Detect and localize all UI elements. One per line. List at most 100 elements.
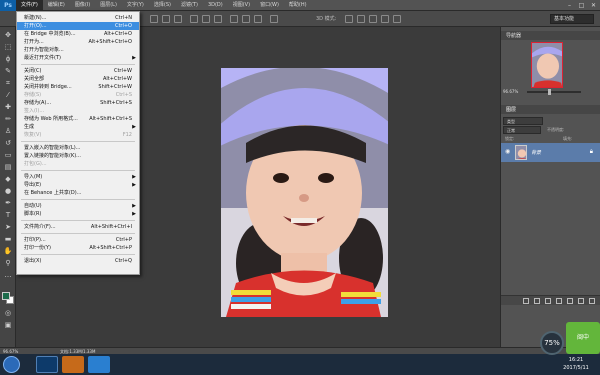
shape-tool-icon[interactable]: ▬ [3,235,13,244]
more-tools-icon[interactable]: … [3,271,13,280]
explorer-taskbar-icon[interactable] [88,356,110,373]
screen-mode-icon[interactable]: ▣ [3,321,13,330]
delete-layer-icon[interactable] [589,298,595,304]
menu-item-recent-files[interactable]: 最近打开文件(T) ▶ [17,54,139,62]
menu-item-share-behance[interactable]: 在 Behance 上共享(D)... [17,189,139,197]
slide-3d-icon[interactable] [381,15,389,23]
photoshop-taskbar-icon[interactable] [36,356,58,373]
align-right-icon[interactable] [174,15,182,23]
brush-tool-icon[interactable]: ✏ [3,115,13,124]
history-brush-tool-icon[interactable]: ↺ [3,139,13,148]
new-group-icon[interactable] [567,298,573,304]
blur-tool-icon[interactable]: ◆ [3,175,13,184]
path-select-tool-icon[interactable]: ➤ [3,223,13,232]
menu-item-import[interactable]: 导入(M) ▶ [17,173,139,181]
browser-taskbar-icon[interactable] [62,356,84,373]
menu-type[interactable]: 文字(Y) [122,0,149,11]
navigator-tab[interactable]: 导航器 [506,32,521,39]
layers-tab[interactable]: 图层 [506,106,516,113]
menu-item-place-embedded[interactable]: 置入嵌入的智能对象(L)... [17,144,139,152]
menu-item-close-all[interactable]: 关闭全部 Alt+Ctrl+W [17,75,139,83]
dodge-tool-icon[interactable]: ● [3,187,13,196]
navigator-panel-header[interactable]: 导航器 [501,31,600,40]
menu-item-browse-bridge[interactable]: 在 Bridge 中浏览(B)... Alt+Ctrl+O [17,30,139,38]
menu-item-new[interactable]: 新建(N)... Ctrl+N [17,14,139,22]
healing-brush-tool-icon[interactable]: ✚ [3,103,13,112]
hand-tool-icon[interactable]: ✋ [3,247,13,256]
menu-item-exit[interactable]: 退出(X) Ctrl+Q [17,257,139,265]
menu-item-file-info[interactable]: 文件简介(F)... Alt+Shift+Ctrl+I [17,223,139,231]
menu-item-close-go-bridge[interactable]: 关闭并转到 Bridge... Shift+Ctrl+W [17,83,139,91]
navigator-zoom-slider[interactable] [527,89,581,95]
distribute-middle-icon[interactable] [202,15,210,23]
align-center-icon[interactable] [162,15,170,23]
workspace-dropdown[interactable]: 基本功能 [550,14,594,24]
menu-item-close[interactable]: 关闭(C) Ctrl+W [17,67,139,75]
distribute-bottom-icon[interactable] [214,15,222,23]
zoom-slider-handle[interactable] [548,89,552,95]
menu-item-scripts[interactable]: 脚本(R) ▶ [17,210,139,218]
navigator-zoom-value[interactable]: 96.67% [503,89,518,94]
adjustment-layer-icon[interactable] [556,298,562,304]
menu-item-place-linked[interactable]: 置入链接的智能对象(K)... [17,152,139,160]
close-icon[interactable]: ✕ [589,2,598,10]
menu-item-package[interactable]: 打包(G)... [17,160,139,168]
blend-mode-select[interactable]: 正常 [503,126,541,134]
eraser-tool-icon[interactable]: ▭ [3,151,13,160]
layer-name[interactable]: 背景 [531,149,541,156]
menu-item-automate[interactable]: 自动(U) ▶ [17,202,139,210]
quick-select-tool-icon[interactable]: ✎ [3,67,13,76]
menu-window[interactable]: 窗口(W) [255,0,284,11]
menu-view[interactable]: 视图(V) [228,0,255,11]
photoshop-logo-icon[interactable]: Ps [0,0,16,11]
menu-file[interactable]: 文件(F) [16,0,43,11]
layer-row-background[interactable]: ◉ 背景 🔒︎ [501,143,600,162]
visibility-eye-icon[interactable]: ◉ [505,148,510,155]
maximize-icon[interactable]: □ [577,2,586,10]
crop-tool-icon[interactable]: ⌗ [3,79,13,88]
distribute-hcenter-icon[interactable] [242,15,250,23]
corner-app-widget[interactable]: 闽中 [566,322,600,354]
menu-edit[interactable]: 编辑(E) [43,0,70,11]
foreground-color-swatch[interactable] [2,292,10,300]
clone-stamp-tool-icon[interactable]: ♙ [3,127,13,136]
menu-item-revert[interactable]: 恢复(V) F12 [17,131,139,139]
layer-style-icon[interactable] [534,298,540,304]
menu-item-save-as[interactable]: 存储为(A)... Shift+Ctrl+S [17,99,139,107]
network-speed-widget[interactable]: 75% [540,331,564,355]
menu-item-open-smart-object[interactable]: 打开为智能对象... [17,46,139,54]
menu-item-save[interactable]: 存储(S) Ctrl+S [17,91,139,99]
menu-item-generate[interactable]: 生成 ▶ [17,123,139,131]
menu-help[interactable]: 帮助(H) [284,0,312,11]
menu-item-print[interactable]: 打印(P)... Ctrl+P [17,236,139,244]
align-left-icon[interactable] [150,15,158,23]
navigator-thumbnail[interactable] [531,42,563,88]
distribute-left-icon[interactable] [230,15,238,23]
distribute-right-icon[interactable] [254,15,262,23]
move-tool-icon[interactable]: ✥ [3,31,13,40]
link-layers-icon[interactable] [523,298,529,304]
new-layer-icon[interactable] [578,298,584,304]
lasso-tool-icon[interactable]: ϕ [3,55,13,64]
menu-image[interactable]: 图像(I) [70,0,95,11]
start-button[interactable] [3,356,20,373]
type-tool-icon[interactable]: T [3,211,13,220]
menu-layer[interactable]: 图层(L) [95,0,122,11]
menu-item-save-for-web[interactable]: 存储为 Web 所用格式... Alt+Shift+Ctrl+S [17,115,139,123]
menu-item-export[interactable]: 导出(E) ▶ [17,181,139,189]
layer-mask-icon[interactable] [545,298,551,304]
pan-3d-icon[interactable] [369,15,377,23]
menu-item-open[interactable]: 打开(O)... Ctrl+O [17,22,139,30]
scale-3d-icon[interactable] [393,15,401,23]
layer-kind-filter[interactable]: 类型 [503,117,543,125]
menu-item-print-one[interactable]: 打印一份(Y) Alt+Shift+Ctrl+P [17,244,139,252]
quick-mask-icon[interactable]: ◎ [3,309,13,318]
system-clock[interactable]: 16:21 2017/5/11 [556,356,596,372]
menu-item-open-as[interactable]: 打开为... Alt+Shift+Ctrl+O [17,38,139,46]
zoom-tool-icon[interactable]: ⚲ [3,259,13,268]
menu-3d[interactable]: 3D(D) [203,0,228,11]
auto-align-icon[interactable] [270,15,278,23]
orbit-3d-icon[interactable] [345,15,353,23]
distribute-top-icon[interactable] [190,15,198,23]
minimize-icon[interactable]: – [565,2,574,10]
